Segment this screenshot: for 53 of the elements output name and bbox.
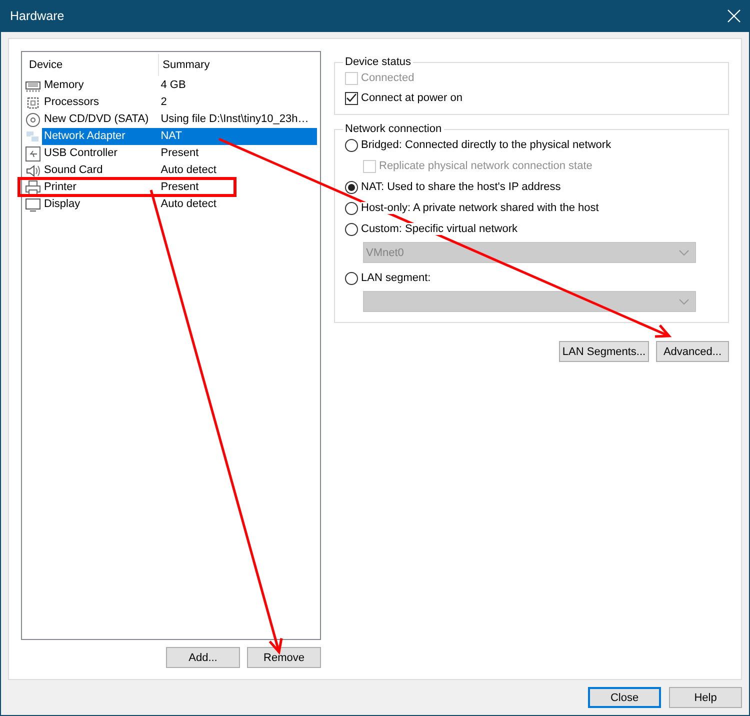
printer-icon — [26, 180, 40, 195]
help-button[interactable]: Help — [669, 687, 742, 708]
checkbox-label: Connected — [361, 72, 414, 84]
memory-chip-icon — [26, 81, 40, 92]
device-summary: Present — [160, 180, 200, 195]
window-title: Hardware — [10, 9, 64, 23]
check-icon — [346, 92, 357, 104]
disc-icon — [26, 112, 40, 126]
radio-label: NAT: Used to share the host's IP address — [361, 181, 561, 193]
close-icon[interactable] — [727, 9, 741, 23]
radio-button[interactable] — [345, 138, 358, 152]
lan-segments-button[interactable]: LAN Segments... — [559, 341, 649, 362]
column-header[interactable]: Device — [25, 54, 159, 76]
radio-label: Host-only: A private network shared with the host — [361, 202, 599, 214]
close-button[interactable]: Close — [588, 687, 661, 708]
network-icon — [26, 130, 40, 142]
checkbox-label: Replicate physical network connection state — [379, 160, 592, 172]
device-name[interactable]: Sound Card — [42, 162, 159, 179]
radio-button[interactable] — [345, 180, 358, 194]
device-summary: 4 GB — [160, 78, 187, 93]
usb-icon — [26, 146, 40, 161]
device-summary: Present — [160, 146, 200, 161]
device-name[interactable]: Printer — [42, 179, 159, 196]
radio-label: Custom: Specific virtual network — [361, 223, 518, 235]
checkbox[interactable] — [345, 92, 358, 104]
monitor-icon — [26, 198, 40, 211]
speaker-icon — [26, 164, 40, 176]
chevron-down-icon — [679, 250, 689, 256]
processor-chip-icon — [28, 97, 38, 108]
group-title: Network connection — [344, 123, 443, 135]
radio-button[interactable] — [345, 222, 358, 236]
device-summary: Using file D:\Inst\tiny10_23h… — [160, 112, 310, 127]
device-summary: Auto detect — [160, 163, 218, 178]
advanced-button[interactable]: Advanced... — [656, 341, 729, 362]
radio-button[interactable] — [345, 202, 358, 214]
device-name[interactable]: Display — [42, 196, 159, 213]
device-summary: NAT — [158, 128, 317, 145]
add-button[interactable]: Add... — [166, 647, 240, 668]
radio-label: Bridged: Connected directly to the physical network — [361, 139, 612, 151]
radio-label: LAN segment: — [361, 272, 431, 284]
device-name[interactable]: New CD/DVD (SATA) — [42, 111, 159, 128]
device-summary: Auto detect — [160, 197, 218, 212]
group-title: Device status — [344, 56, 412, 68]
checkbox-label: Connect at power on — [361, 92, 463, 104]
device-name[interactable]: Processors — [42, 94, 159, 111]
device-name[interactable]: Network Adapter — [42, 128, 159, 145]
chevron-down-icon — [679, 298, 689, 304]
device-summary: 2 — [160, 95, 168, 110]
radio-button[interactable] — [345, 272, 358, 284]
device-name[interactable]: USB Controller — [42, 145, 159, 162]
column-header[interactable]: Summary — [158, 54, 317, 76]
device-name[interactable]: Memory — [42, 77, 159, 94]
remove-button[interactable]: Remove — [247, 647, 321, 668]
